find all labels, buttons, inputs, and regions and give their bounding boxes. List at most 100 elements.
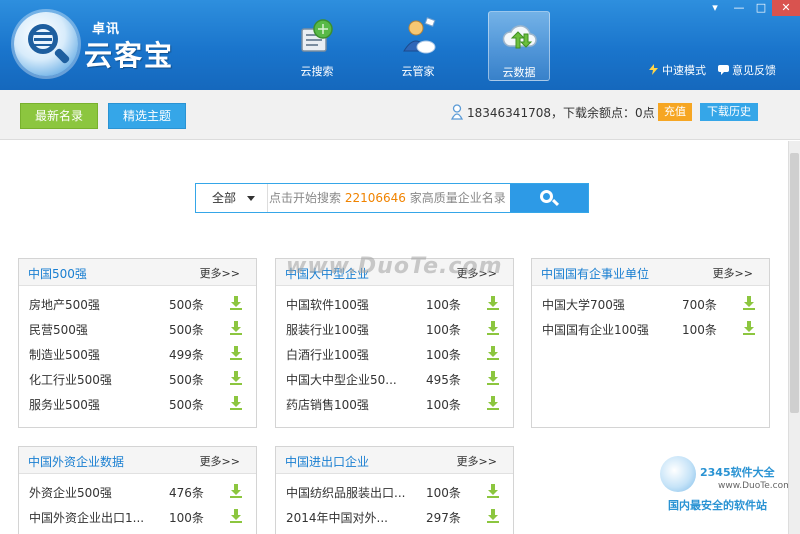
- list-item[interactable]: 服装行业100强 100条: [276, 316, 513, 341]
- scrollbar-thumb[interactable]: [790, 153, 799, 413]
- download-icon[interactable]: [487, 509, 499, 523]
- more-link[interactable]: 更多>>: [457, 453, 497, 469]
- download-icon[interactable]: [487, 346, 499, 360]
- item-name: 中国外资企业出口1...: [29, 511, 145, 525]
- item-count: 100条: [682, 323, 717, 337]
- item-name: 中国国有企业100强: [542, 323, 649, 337]
- watermark-text: www.DuoTe.com: [286, 254, 503, 279]
- account-info: 18346341708，下载余额点：0点: [467, 104, 655, 121]
- recharge-button[interactable]: 充值: [658, 103, 692, 121]
- list-item[interactable]: 2014年中国对外... 297条: [276, 504, 513, 529]
- tab-label: 云管家: [401, 65, 435, 78]
- company-count: 22106646: [344, 191, 406, 205]
- item-name: 中国软件100强: [286, 298, 369, 312]
- list-item[interactable]: 中国国有企业100强 100条: [532, 316, 769, 341]
- app-header: 卓讯 云客宝 云搜索 云管家 云数据 ▾ — □ ✕ 中速模式 意见反馈: [0, 0, 800, 90]
- download-icon[interactable]: [487, 321, 499, 335]
- list-item[interactable]: 房地产500强 500条: [19, 291, 256, 316]
- download-icon[interactable]: [487, 484, 499, 498]
- item-name: 白酒行业100强: [286, 348, 369, 362]
- speed-mode-button[interactable]: 中速模式: [648, 62, 706, 78]
- item-name: 药店销售100强: [286, 398, 369, 412]
- card-title: 中国进出口企业: [285, 455, 370, 469]
- download-icon[interactable]: [230, 484, 242, 498]
- list-item[interactable]: 服务业500强 500条: [19, 391, 256, 416]
- download-history-button[interactable]: 下载历史: [700, 103, 758, 121]
- item-count: 100条: [169, 511, 204, 525]
- tab-label: 云数据: [502, 66, 536, 79]
- download-icon[interactable]: [487, 396, 499, 410]
- search-bar: 全部 点击开始搜索 22106646 家高质量企业名录: [195, 183, 589, 213]
- item-name: 房地产500强: [29, 298, 100, 312]
- item-count: 100条: [426, 398, 461, 412]
- cloud-data-icon: [502, 25, 537, 49]
- list-item[interactable]: 民营500强 500条: [19, 316, 256, 341]
- maximize-button[interactable]: □: [749, 0, 773, 16]
- app-logo-icon: [14, 12, 78, 76]
- item-name: 服务业500强: [29, 398, 100, 412]
- list-item[interactable]: 中国外资企业出口1... 100条: [19, 504, 256, 529]
- more-link[interactable]: 更多>>: [200, 453, 240, 469]
- download-icon[interactable]: [230, 296, 242, 310]
- close-button[interactable]: ✕: [772, 0, 800, 16]
- watermark-tagline: 国内最安全的软件站: [668, 499, 767, 512]
- speed-mode-label: 中速模式: [662, 64, 706, 77]
- remaining-value: 0点: [635, 106, 655, 120]
- watermark-logo-icon: [660, 456, 696, 492]
- selected-topics-button[interactable]: 精选主题: [108, 103, 186, 129]
- minimize-button[interactable]: —: [727, 0, 751, 16]
- feedback-button[interactable]: 意见反馈: [718, 62, 776, 78]
- tab-cloud-data[interactable]: 云数据: [488, 11, 550, 81]
- download-icon[interactable]: [230, 346, 242, 360]
- brand-name: 云客宝: [84, 39, 175, 72]
- placeholder-prefix: 点击开始搜索: [269, 191, 342, 205]
- list-item[interactable]: 中国纺织品服装出口... 100条: [276, 479, 513, 504]
- more-link[interactable]: 更多>>: [200, 265, 240, 281]
- card-title: 中国外资企业数据: [28, 455, 125, 469]
- card-title: 中国国有企事业单位: [541, 267, 650, 281]
- item-count: 100条: [426, 323, 461, 337]
- watermark-badge: 2345软件大全: [700, 466, 775, 479]
- download-icon[interactable]: [230, 371, 242, 385]
- more-link[interactable]: 更多>>: [713, 265, 753, 281]
- download-icon[interactable]: [487, 296, 499, 310]
- search-button[interactable]: [510, 184, 588, 212]
- download-icon[interactable]: [230, 396, 242, 410]
- item-count: 500条: [169, 298, 204, 312]
- list-item[interactable]: 中国软件100强 100条: [276, 291, 513, 316]
- item-name: 服装行业100强: [286, 323, 369, 337]
- category-card-large-enterprises: 中国大中型企业 更多>> 中国软件100强 100条 服装行业100强 100条 白…: [275, 258, 514, 428]
- list-item[interactable]: 药店销售100强 100条: [276, 391, 513, 416]
- download-icon[interactable]: [230, 321, 242, 335]
- item-name: 中国大中型企业50...: [286, 373, 397, 387]
- list-item[interactable]: 白酒行业100强 100条: [276, 341, 513, 366]
- item-count: 499条: [169, 348, 204, 362]
- lightning-icon: [649, 64, 658, 75]
- list-item[interactable]: 化工行业500强 500条: [19, 366, 256, 391]
- item-name: 外资企业500强: [29, 486, 112, 500]
- remaining-label: ，下载余额点：: [550, 106, 635, 120]
- item-count: 297条: [426, 511, 461, 525]
- item-name: 民营500强: [29, 323, 88, 337]
- menu-dropdown-button[interactable]: ▾: [703, 0, 727, 16]
- vertical-scrollbar[interactable]: [788, 141, 800, 534]
- search-input[interactable]: 点击开始搜索 22106646 家高质量企业名录: [269, 184, 506, 212]
- tab-label: 云搜索: [300, 65, 334, 78]
- download-icon[interactable]: [230, 509, 242, 523]
- user-icon: [451, 104, 463, 120]
- list-item[interactable]: 中国大学700强 700条: [532, 291, 769, 316]
- tab-cloud-search[interactable]: 云搜索: [286, 11, 348, 81]
- tab-cloud-butler[interactable]: 云管家: [387, 11, 449, 81]
- item-name: 中国纺织品服装出口...: [286, 486, 406, 500]
- list-item[interactable]: 中国大中型企业50... 495条: [276, 366, 513, 391]
- list-item[interactable]: 制造业500强 499条: [19, 341, 256, 366]
- download-icon[interactable]: [743, 296, 755, 310]
- watermark-url: www.DuoTe.com: [718, 481, 792, 491]
- placeholder-suffix: 家高质量企业名录: [409, 191, 506, 205]
- latest-list-button[interactable]: 最新名录: [20, 103, 98, 129]
- download-icon[interactable]: [487, 371, 499, 385]
- list-item[interactable]: 外资企业500强 476条: [19, 479, 256, 504]
- search-scope-select[interactable]: 全部: [196, 184, 268, 212]
- search-scope-value: 全部: [212, 191, 237, 205]
- download-icon[interactable]: [743, 321, 755, 335]
